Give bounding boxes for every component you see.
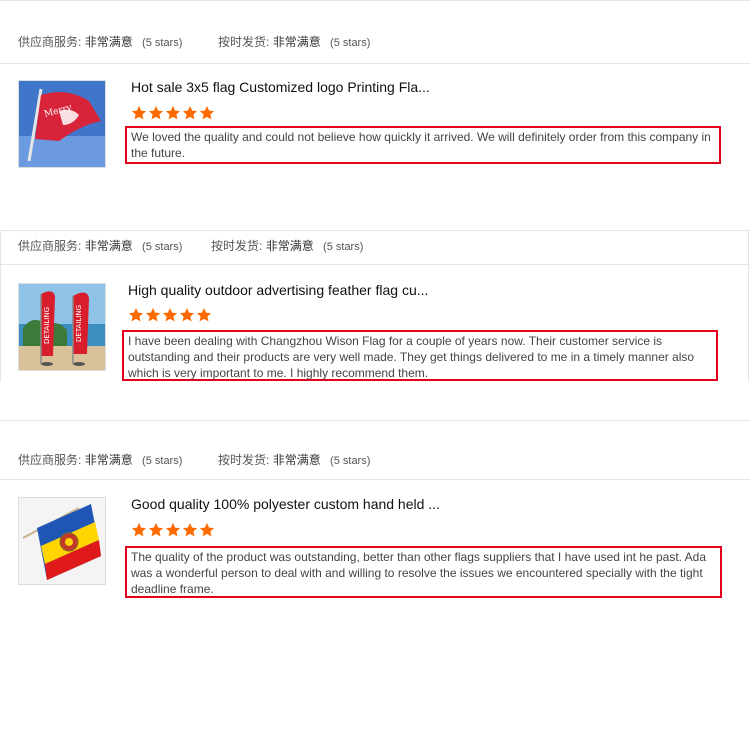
divider <box>0 230 750 231</box>
on-time-value: 非常满意 <box>272 35 321 49</box>
star-icon <box>148 106 164 120</box>
on-time-value: 非常满意 <box>265 239 314 253</box>
on-time-label: 按时发货: <box>218 453 270 467</box>
star-icon <box>165 106 181 120</box>
supplier-service-label: 供应商服务: <box>18 453 82 467</box>
product-thumbnail[interactable] <box>18 497 106 585</box>
star-icon <box>179 308 195 322</box>
on-time-label: 按时发货: <box>218 35 270 49</box>
divider <box>0 0 750 1</box>
star-rating <box>131 522 215 540</box>
divider <box>0 479 750 480</box>
on-time-delivery-rating: 按时发货: 非常满意 (5 stars) <box>218 33 370 50</box>
star-icon <box>199 106 215 120</box>
star-icon <box>131 106 147 120</box>
red-flag-image: Merry <box>19 81 105 167</box>
star-icon <box>131 523 147 537</box>
supplier-service-value: 非常满意 <box>84 35 133 49</box>
feather-flag-image: DETAILING DETAILING <box>19 284 105 370</box>
on-time-stars: (5 stars) <box>323 241 364 253</box>
hand-held-flag-image <box>19 498 105 584</box>
divider <box>0 230 1 382</box>
product-title[interactable]: Good quality 100% polyester custom hand … <box>131 496 440 512</box>
supplier-service-label: 供应商服务: <box>18 239 82 253</box>
on-time-delivery-rating: 按时发货: 非常满意 (5 stars) <box>218 451 370 468</box>
svg-text:DETAILING: DETAILING <box>43 307 51 344</box>
star-icon <box>145 308 161 322</box>
star-icon <box>148 523 164 537</box>
divider <box>0 420 750 421</box>
product-title[interactable]: High quality outdoor advertising feather… <box>128 282 428 298</box>
supplier-service-label: 供应商服务: <box>18 35 82 49</box>
star-icon <box>182 106 198 120</box>
divider <box>748 230 749 382</box>
star-icon <box>182 523 198 537</box>
supplier-service-rating: 供应商服务: 非常满意 (5 stars) <box>18 33 182 50</box>
on-time-value: 非常满意 <box>272 453 321 467</box>
divider <box>0 264 750 265</box>
star-icon <box>199 523 215 537</box>
supplier-service-stars: (5 stars) <box>142 241 183 253</box>
divider <box>0 63 750 64</box>
star-icon <box>128 308 144 322</box>
supplier-service-value: 非常满意 <box>84 453 133 467</box>
product-thumbnail[interactable]: Merry <box>18 80 106 168</box>
supplier-service-value: 非常满意 <box>84 239 133 253</box>
star-icon <box>162 308 178 322</box>
supplier-service-stars: (5 stars) <box>142 455 183 467</box>
on-time-stars: (5 stars) <box>330 455 371 467</box>
review-text: I have been dealing with Changzhou Wison… <box>122 330 718 381</box>
supplier-service-stars: (5 stars) <box>142 37 183 49</box>
review-text: The quality of the product was outstandi… <box>125 546 722 598</box>
star-rating <box>128 307 212 325</box>
on-time-stars: (5 stars) <box>330 37 371 49</box>
supplier-service-rating: 供应商服务: 非常满意 (5 stars) <box>18 237 182 254</box>
product-title[interactable]: Hot sale 3x5 flag Customized logo Printi… <box>131 79 430 95</box>
svg-text:DETAILING: DETAILING <box>75 305 83 342</box>
on-time-delivery-rating: 按时发货: 非常满意 (5 stars) <box>211 237 363 254</box>
review-text: We loved the quality and could not belie… <box>125 126 721 164</box>
product-thumbnail[interactable]: DETAILING DETAILING <box>18 283 106 371</box>
star-icon <box>196 308 212 322</box>
supplier-service-rating: 供应商服务: 非常满意 (5 stars) <box>18 451 182 468</box>
star-icon <box>165 523 181 537</box>
star-rating <box>131 105 215 123</box>
on-time-label: 按时发货: <box>211 239 263 253</box>
